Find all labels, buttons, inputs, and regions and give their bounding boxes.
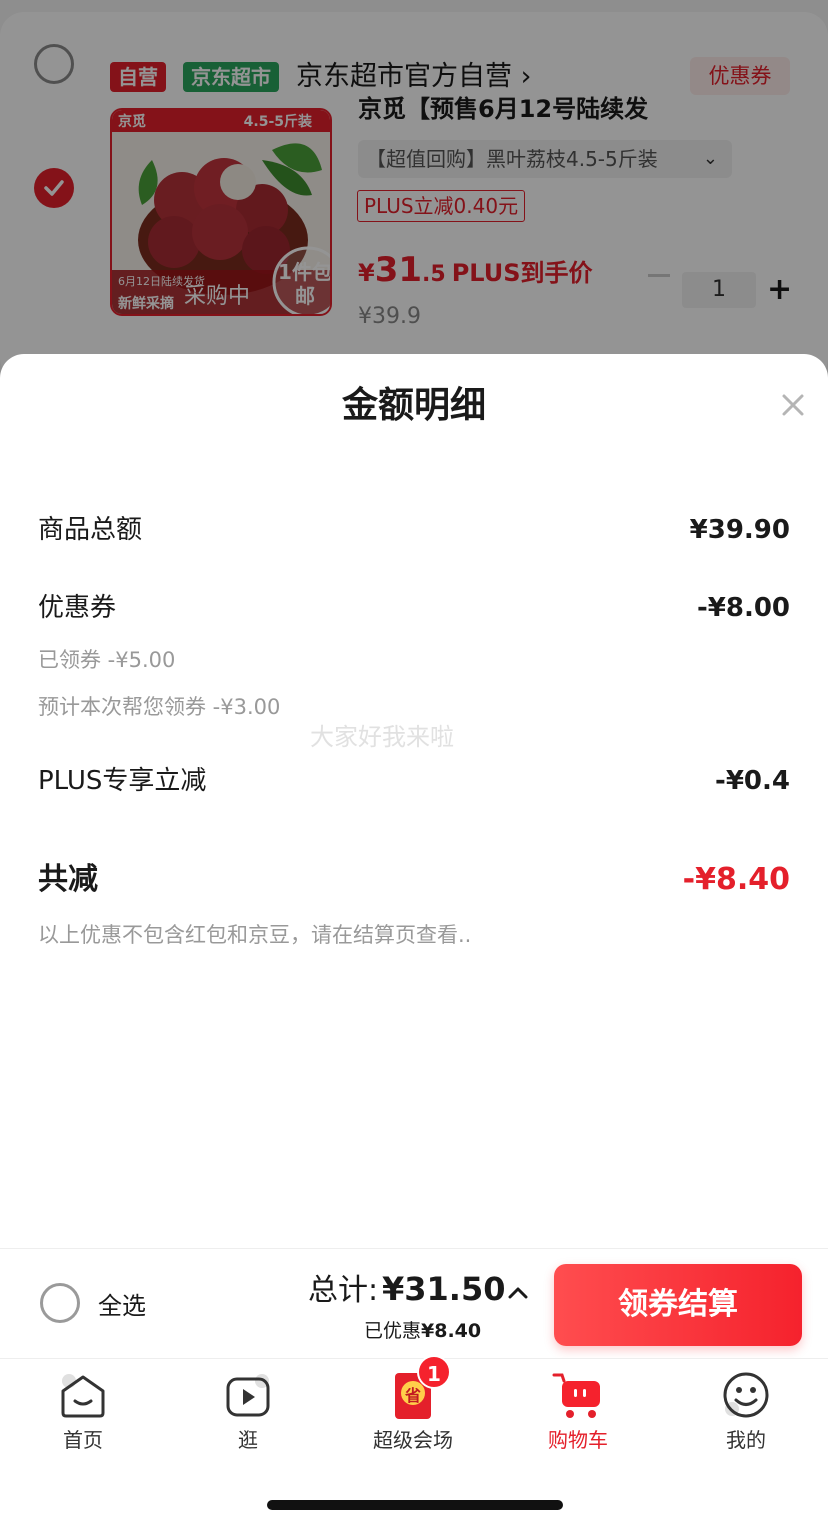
tab-cart-label: 购物车: [548, 1428, 608, 1452]
tab-browse[interactable]: 逛: [188, 1369, 308, 1455]
tab-home-label: 首页: [63, 1428, 103, 1452]
saved-prefix: 已优惠: [364, 1320, 422, 1342]
checkout-button[interactable]: 领券结算: [554, 1264, 802, 1346]
tab-super-venue-label: 超级会场: [373, 1428, 453, 1452]
plus-discount-label: PLUS专享立减: [38, 766, 207, 796]
tab-home[interactable]: 首页: [23, 1369, 143, 1455]
watermark-text: 大家好我来啦: [310, 723, 454, 751]
tab-profile[interactable]: 我的: [686, 1369, 806, 1455]
coupon-label: 优惠券: [38, 593, 117, 623]
sheet-title: 金额明细: [341, 385, 486, 426]
coupon-value: -¥8.00: [696, 593, 790, 623]
tab-profile-label: 我的: [726, 1428, 766, 1452]
home-icon: [61, 1374, 105, 1418]
tab-cart[interactable]: 购物车: [518, 1369, 638, 1455]
estimated-coupon-text: 预计本次帮您领券 -¥3.00: [38, 695, 281, 719]
saved-value: ¥8.40: [421, 1320, 482, 1342]
chevron-up-icon[interactable]: [506, 1281, 530, 1305]
select-all-radio[interactable]: [40, 1283, 80, 1323]
claimed-coupon-text: 已领券 -¥5.00: [38, 648, 176, 672]
notification-badge: 1: [417, 1355, 451, 1389]
select-all-label[interactable]: 全选: [98, 1289, 146, 1323]
close-icon[interactable]: [776, 388, 810, 422]
total-prefix: 总计:: [308, 1273, 379, 1308]
total-discount-value: -¥8.40: [682, 862, 790, 897]
discount-note: 以上优惠不包含红包和京豆，请在结算页查看..: [38, 923, 472, 947]
red-envelope-text: 省: [404, 1386, 421, 1405]
tab-super-venue[interactable]: 省 1 超级会场: [353, 1355, 473, 1455]
play-icon: [226, 1374, 270, 1417]
plus-discount-value: -¥0.4: [715, 766, 790, 796]
goods-total-value: ¥39.90: [689, 515, 790, 545]
smiley-icon: [723, 1372, 769, 1418]
saved-amount: 已优惠¥8.40: [364, 1317, 481, 1345]
cart-icon: [552, 1373, 600, 1418]
home-indicator[interactable]: [267, 1500, 563, 1510]
goods-total-label: 商品总额: [38, 515, 143, 545]
tab-browse-label: 逛: [238, 1428, 258, 1452]
checkout-bar: 全选 总计: ¥31.50 已优惠¥8.40 领券结算: [0, 1248, 828, 1358]
total-discount-label: 共减: [38, 862, 98, 897]
total-amount: ¥31.50: [382, 1270, 506, 1308]
